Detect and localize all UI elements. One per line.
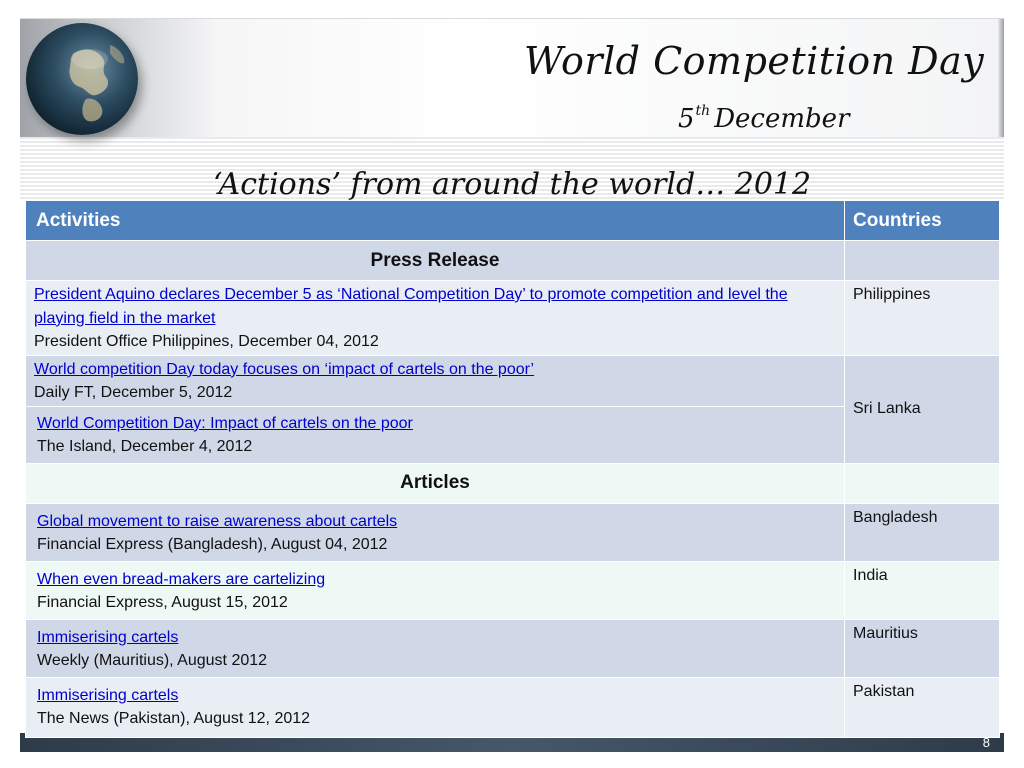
table-row: President Aquino declares December 5 as … [25,280,1000,356]
source-text: Financial Express, August 15, 2012 [37,594,288,611]
section-heading: ‘Actions’ from around the world… 2012 [212,167,812,202]
subtitle-month: December [714,104,850,134]
country-cell: Sri Lanka [844,354,1000,464]
source-text: Weekly (Mauritius), August 2012 [37,652,268,669]
subtitle-suffix: th [695,103,711,119]
country-cell: Pakistan [844,676,1000,738]
activities-header: Activities [25,200,845,241]
table-row: Immiserising cartels Weekly (Mauritius),… [25,618,1000,678]
globe-icon [26,23,138,135]
country-cell: Mauritius [844,618,1000,678]
slide-title: World Competition Day [524,39,985,83]
section-row-press-release: Press Release [25,240,1000,281]
activity-cell: World competition Day today focuses on ‘… [25,354,845,407]
source-text: President Office Philippines, December 0… [34,333,379,350]
activity-cell: Immiserising cartels Weekly (Mauritius),… [25,618,845,678]
country-cell: Bangladesh [844,502,1000,562]
source-text: The Island, December 4, 2012 [37,438,253,455]
section-row-articles: Articles [25,462,1000,504]
section-label: Press Release [25,240,845,281]
headline-link[interactable]: President Aquino declares December 5 as … [34,286,788,327]
headline-link[interactable]: World Competition Day: Impact of cartels… [37,415,413,432]
source-text: The News (Pakistan), August 12, 2012 [37,710,311,727]
headline-link[interactable]: Immiserising cartels [37,687,178,704]
empty-cell [844,462,1000,504]
table-row: When even bread-makers are cartelizing F… [25,560,1000,620]
country-cell: India [844,560,1000,620]
source-text: Daily FT, December 5, 2012 [34,384,233,401]
headline-link[interactable]: Immiserising cartels [37,629,178,646]
headline-link[interactable]: Global movement to raise awareness about… [37,513,397,530]
slide-subtitle: 5th December [678,103,850,134]
empty-cell [844,240,1000,281]
activity-cell: President Aquino declares December 5 as … [25,280,845,356]
activity-cell: World Competition Day: Impact of cartels… [25,405,845,464]
country-cell: Philippines [844,280,1000,356]
table-header-row: Activities Countries [25,200,1000,241]
activity-cell: Immiserising cartels The News (Pakistan)… [25,676,845,738]
subtitle-day: 5 [678,104,695,134]
table-row: Global movement to raise awareness about… [25,502,1000,562]
headline-link[interactable]: When even bread-makers are cartelizing [37,571,325,588]
table-row: World competition Day today focuses on ‘… [25,354,1000,464]
section-label: Articles [25,462,845,504]
actions-table: Activities Countries Press Release Presi… [25,200,1000,738]
countries-header: Countries [844,200,1000,241]
headline-link[interactable]: World competition Day today focuses on ‘… [34,361,534,378]
source-text: Financial Express (Bangladesh), August 0… [37,536,388,553]
activity-cell: When even bread-makers are cartelizing F… [25,560,845,620]
table-row: Immiserising cartels The News (Pakistan)… [25,676,1000,738]
activity-cell: Global movement to raise awareness about… [25,502,845,562]
